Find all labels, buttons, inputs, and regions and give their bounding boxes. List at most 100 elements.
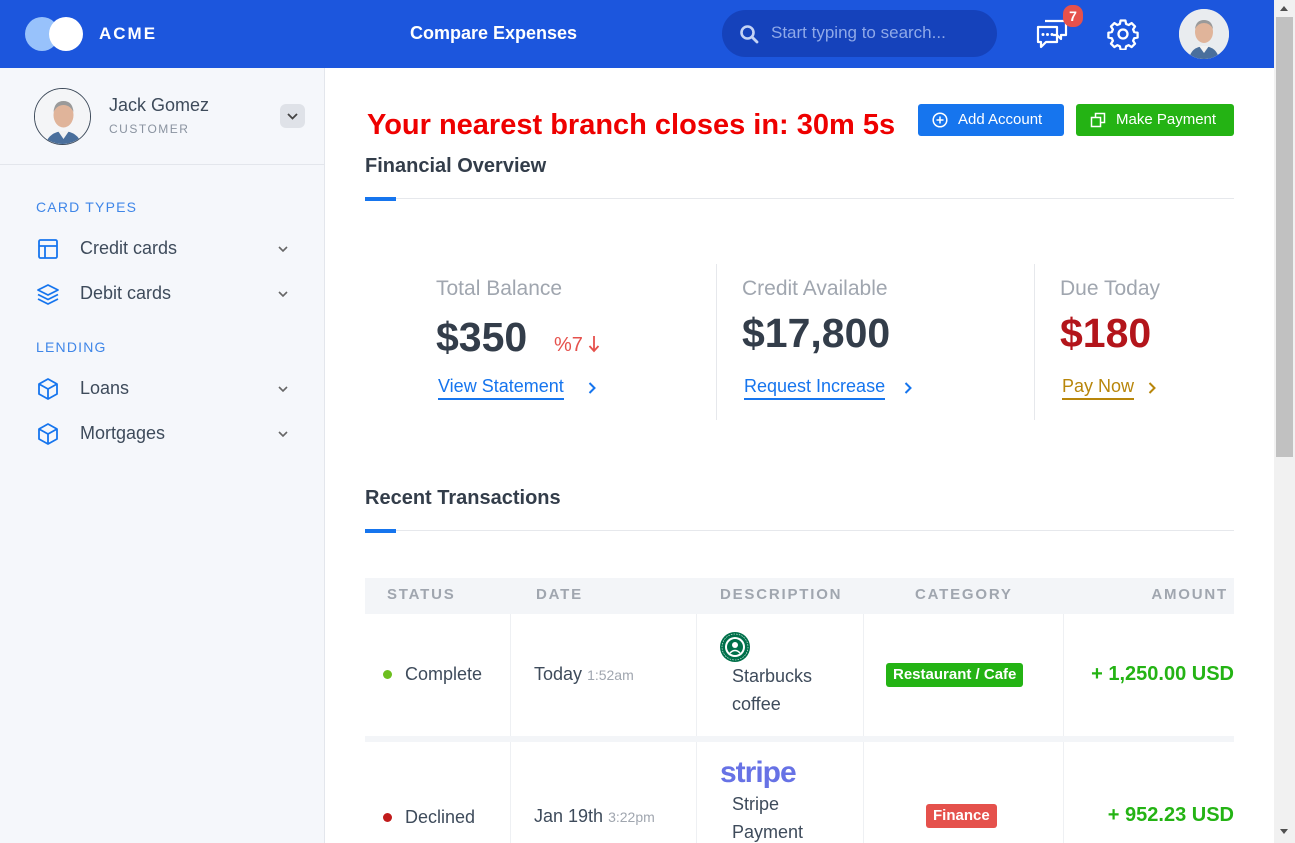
chevron-right-icon[interactable] [902, 381, 914, 395]
chevron-down-icon [278, 431, 288, 438]
column-header-status[interactable]: STATUS [387, 586, 456, 603]
chevron-right-icon[interactable] [586, 381, 598, 395]
stat-label: Credit Available [742, 277, 888, 300]
stat-label: Due Today [1060, 277, 1161, 300]
make-payment-button[interactable]: Make Payment [1076, 104, 1234, 136]
stat-value: $180 [1060, 310, 1152, 356]
column-header-category[interactable]: CATEGORY [915, 586, 1013, 603]
main-content: Your nearest branch closes in: 30m 5s Ad… [325, 68, 1274, 843]
recent-transactions-title: Recent Transactions [365, 487, 561, 509]
chevron-down-icon [278, 291, 288, 298]
column-header-description[interactable]: DESCRIPTION [720, 586, 842, 603]
amount-value: + 952.23 USD [1107, 804, 1234, 826]
sidebar-item-mortgages[interactable]: Mortgages [36, 419, 296, 449]
sidebar: Jack Gomez CUSTOMER CARD TYPES Credit ca… [0, 68, 325, 843]
notification-badge: 7 [1063, 5, 1083, 27]
pay-now-link[interactable]: Pay Now [1062, 376, 1135, 400]
description-cell: Starbucks coffee [697, 614, 864, 736]
date-value: Today [534, 664, 583, 684]
add-account-button[interactable]: Add Account [918, 104, 1064, 136]
category-cell: Restaurant / Cafe [864, 614, 1064, 736]
scroll-up-arrow[interactable] [1280, 6, 1288, 11]
sidebar-item-label: Credit cards [80, 238, 178, 258]
brand-name: ACME [99, 24, 158, 43]
status-cell: Complete [365, 614, 511, 736]
box-icon [38, 378, 58, 400]
acme-logo[interactable] [25, 17, 85, 51]
time-value: 3:22pm [608, 809, 655, 825]
stat-credit-available: Credit Available $17,800 Request Increas… [742, 264, 1012, 420]
stat-value: $17,800 [742, 310, 891, 356]
description-text: Stripe Payment [732, 794, 804, 842]
category-badge: Finance [926, 804, 997, 828]
page-title: Compare Expenses [410, 23, 578, 43]
profile-avatar[interactable] [34, 88, 91, 145]
box-icon [38, 423, 58, 445]
category-badge: Restaurant / Cafe [886, 663, 1024, 687]
date-text: Today 1:52am [534, 664, 634, 685]
layers-icon [37, 284, 59, 305]
section-accent-bar [365, 529, 396, 533]
balance-change: %7 [554, 334, 600, 357]
top-bar: ACME Compare Expenses 7 [0, 0, 1274, 68]
section-accent-bar [365, 197, 396, 201]
description-text: Starbucks coffee [732, 666, 813, 714]
transactions-table-header: STATUS DATE DESCRIPTION CATEGORY AMOUNT [365, 578, 1234, 614]
table-row[interactable]: Complete Today 1:52am Starbucks coffee R… [365, 614, 1234, 742]
chevron-down-icon [287, 113, 298, 120]
scroll-down-arrow[interactable] [1280, 829, 1288, 834]
balance-change-value: %7 [554, 334, 583, 356]
user-name: Jack Gomez [109, 95, 210, 115]
branch-countdown: Your nearest branch closes in: 30m 5s [367, 109, 896, 141]
section-label-card-types: CARD TYPES [36, 199, 138, 215]
user-role: CUSTOMER [109, 122, 190, 136]
settings-gear-icon[interactable] [1107, 18, 1139, 50]
avatar-photo [35, 89, 90, 144]
date-cell: Today 1:52am [511, 614, 697, 736]
table-row[interactable]: Declined Jan 19th 3:22pm stripe Stripe P… [365, 742, 1234, 843]
arrow-down-icon [589, 336, 600, 353]
starbucks-logo [720, 632, 750, 662]
search-icon [740, 25, 759, 44]
stat-divider [1034, 264, 1035, 420]
copy-icon [1090, 112, 1106, 128]
stat-value: $350 [436, 314, 528, 360]
page-scrollbar[interactable] [1274, 0, 1295, 843]
make-payment-label: Make Payment [1116, 111, 1217, 128]
stat-total-balance: Total Balance $350 %7 View Statement [436, 264, 696, 420]
stripe-logo: stripe [720, 756, 797, 789]
search-input[interactable] [771, 19, 986, 47]
date-text: Jan 19th 3:22pm [534, 806, 655, 827]
request-increase-link[interactable]: Request Increase [744, 376, 886, 400]
add-account-label: Add Account [958, 111, 1043, 128]
amount-cell: + 952.23 USD [1064, 742, 1234, 843]
user-profile-box: Jack Gomez CUSTOMER [0, 68, 324, 165]
user-avatar[interactable] [1179, 9, 1229, 59]
column-header-amount[interactable]: AMOUNT [1151, 586, 1228, 603]
status-cell: Declined [365, 742, 511, 843]
sidebar-item-debit-cards[interactable]: Debit cards [36, 279, 296, 309]
amount-cell: + 1,250.00 USD [1064, 614, 1234, 736]
chevron-right-icon[interactable] [1146, 381, 1158, 395]
view-statement-link[interactable]: View Statement [438, 376, 564, 400]
stat-label: Total Balance [436, 277, 563, 300]
user-menu-toggle[interactable] [280, 104, 305, 128]
status-dot [383, 670, 392, 679]
sidebar-item-label: Loans [80, 378, 130, 398]
description-cell: stripe Stripe Payment [697, 742, 864, 843]
amount-value: + 1,250.00 USD [1091, 663, 1234, 685]
column-header-date[interactable]: DATE [536, 586, 583, 603]
category-cell: Finance [864, 742, 1064, 843]
stat-divider [716, 264, 717, 420]
plus-circle-icon [932, 112, 948, 128]
chevron-down-icon [278, 386, 288, 393]
scroll-thumb[interactable] [1276, 17, 1293, 457]
sidebar-item-loans[interactable]: Loans [36, 374, 296, 404]
search-bar[interactable] [722, 10, 997, 57]
sidebar-item-label: Mortgages [80, 423, 166, 443]
section-divider [365, 198, 1234, 199]
status-dot [383, 813, 392, 822]
financial-overview-title: Financial Overview [365, 155, 547, 177]
status-text: Declined [405, 807, 476, 827]
sidebar-item-credit-cards[interactable]: Credit cards [36, 234, 296, 264]
